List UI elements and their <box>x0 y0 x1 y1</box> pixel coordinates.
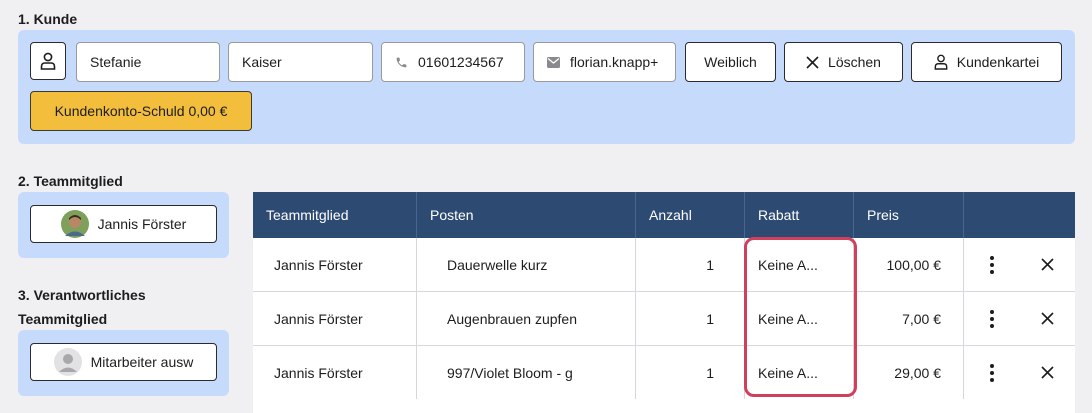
more-vertical-icon[interactable] <box>980 253 1004 277</box>
cell-actions <box>964 238 1075 291</box>
first-name-value: Stefanie <box>90 54 142 70</box>
gender-label: Weiblich <box>704 54 757 70</box>
delete-label: Löschen <box>828 54 881 70</box>
cell-discount[interactable]: Keine A... <box>745 292 854 345</box>
close-icon[interactable] <box>1035 361 1059 385</box>
responsible-placeholder: Mitarbeiter ausw <box>90 354 194 370</box>
section-title-verantwortlich: 3. Verantwortliches <box>18 287 146 303</box>
column-header-posten[interactable]: Posten <box>417 192 636 238</box>
phone-field[interactable]: 01601234567 <box>381 42 525 82</box>
last-name-value: Kaiser <box>242 54 282 70</box>
phone-value: 01601234567 <box>418 54 504 70</box>
cell-actions <box>964 346 1075 399</box>
mail-icon <box>547 56 560 68</box>
cell-item: Dauerwelle kurz <box>417 238 636 291</box>
email-field[interactable]: florian.knapp+ <box>533 42 676 82</box>
cell-member: Jannis Förster <box>253 292 417 345</box>
cell-discount[interactable]: Keine A... <box>745 238 854 291</box>
table-row: Jannis Förster Dauerwelle kurz 1 Keine A… <box>253 238 1075 292</box>
cell-actions <box>964 292 1075 345</box>
team-member-button[interactable]: Jannis Förster <box>30 205 217 243</box>
cell-qty[interactable]: 1 <box>636 238 745 291</box>
avatar-placeholder-icon <box>53 348 91 376</box>
cell-discount[interactable]: Keine A... <box>745 346 854 399</box>
close-icon <box>806 55 828 69</box>
more-vertical-icon[interactable] <box>980 307 1004 331</box>
table-row: Jannis Förster 997/Violet Bloom - g 1 Ke… <box>253 346 1075 400</box>
section-title-verantwortlich-2: Teammitglied <box>18 311 108 327</box>
cell-qty[interactable]: 1 <box>636 292 745 345</box>
cell-member: Jannis Förster <box>253 238 417 291</box>
column-header-actions <box>964 192 1075 238</box>
first-name-field[interactable]: Stefanie <box>76 42 220 82</box>
phone-icon <box>395 56 408 69</box>
services-table: Teammitglied Posten Anzahl Rabatt Preis … <box>253 192 1075 400</box>
table-header: Teammitglied Posten Anzahl Rabatt Preis <box>253 192 1075 238</box>
gender-button[interactable]: Weiblich <box>685 42 776 82</box>
column-header-rabatt[interactable]: Rabatt <box>745 192 854 238</box>
cell-price[interactable]: 7,00 € <box>854 292 964 345</box>
debt-label: Kundenkonto-Schuld 0,00 € <box>54 103 228 119</box>
team-member-name: Jannis Förster <box>97 216 187 232</box>
table-footer-area <box>253 399 1075 413</box>
responsible-select-button[interactable]: Mitarbeiter ausw <box>30 343 217 381</box>
column-header-anzahl[interactable]: Anzahl <box>636 192 745 238</box>
close-icon[interactable] <box>1035 307 1059 331</box>
person-icon <box>934 54 957 70</box>
last-name-field[interactable]: Kaiser <box>228 42 373 82</box>
avatar <box>60 210 98 238</box>
section-title-kunde: 1. Kunde <box>18 11 78 27</box>
column-header-preis[interactable]: Preis <box>854 192 964 238</box>
delete-button[interactable]: Löschen <box>784 42 903 82</box>
email-value: florian.knapp+ <box>570 54 659 70</box>
customer-debt-button[interactable]: Kundenkonto-Schuld 0,00 € <box>30 91 252 131</box>
customer-avatar-button[interactable] <box>30 42 66 80</box>
cell-price[interactable]: 100,00 € <box>854 238 964 291</box>
table-row: Jannis Förster Augenbrauen zupfen 1 Kein… <box>253 292 1075 346</box>
section-title-teammitglied: 2. Teammitglied <box>18 173 123 189</box>
customer-card-button[interactable]: Kundenkartei <box>911 42 1062 82</box>
cell-item: 997/Violet Bloom - g <box>417 346 636 399</box>
cell-price[interactable]: 29,00 € <box>854 346 964 399</box>
person-icon <box>40 52 56 70</box>
column-header-teammitglied[interactable]: Teammitglied <box>253 192 417 238</box>
customer-card-label: Kundenkartei <box>956 54 1040 70</box>
more-vertical-icon[interactable] <box>980 361 1004 385</box>
cell-item: Augenbrauen zupfen <box>417 292 636 345</box>
cell-qty[interactable]: 1 <box>636 346 745 399</box>
cell-member: Jannis Förster <box>253 346 417 399</box>
close-icon[interactable] <box>1035 253 1059 277</box>
